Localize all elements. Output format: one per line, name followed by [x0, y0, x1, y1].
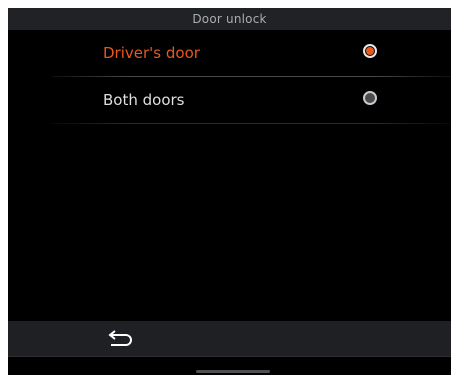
radio-unselected-icon[interactable]	[363, 91, 377, 105]
bottom-bar	[8, 321, 451, 356]
title-bar: Door unlock	[8, 8, 451, 30]
divider	[52, 123, 451, 124]
back-button[interactable]	[100, 327, 140, 351]
option-drivers-door[interactable]: Driver's door	[52, 30, 451, 77]
screen: Door unlock Driver's door Both doors	[8, 8, 451, 375]
option-label: Driver's door	[103, 44, 200, 62]
option-both-doors[interactable]: Both doors	[52, 77, 451, 124]
home-indicator[interactable]	[196, 370, 270, 373]
radio-selected-icon[interactable]	[363, 44, 377, 58]
back-arrow-icon	[108, 330, 132, 346]
option-label: Both doors	[103, 91, 185, 109]
page-title: Door unlock	[192, 12, 267, 26]
radio-dot	[366, 47, 374, 55]
bottom-divider	[8, 356, 451, 357]
